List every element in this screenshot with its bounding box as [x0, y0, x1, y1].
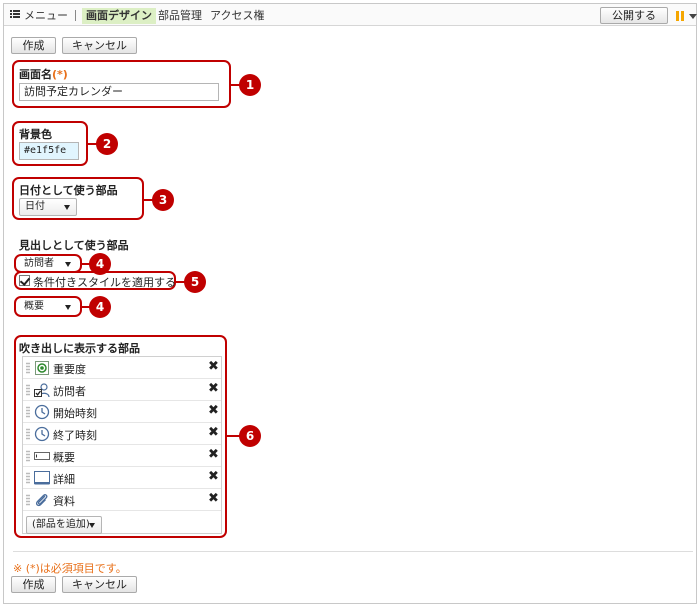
drag-handle-icon[interactable] — [26, 362, 30, 374]
create-button-top[interactable]: 作成 — [11, 37, 56, 54]
tab-screen-design[interactable]: 画面デザイン — [82, 8, 156, 24]
conditional-style-checkbox[interactable] — [19, 275, 30, 286]
tab-parts-management[interactable]: 部品管理 — [158, 8, 202, 24]
callout-badge-5: 5 — [184, 271, 206, 293]
dropdown-arrow-icon — [89, 523, 95, 528]
top-bar: メニュー 画面デザイン 部品管理 アクセス権 公開する — [4, 4, 697, 26]
background-color-label: 背景色 — [19, 128, 52, 141]
menu-icon[interactable] — [10, 10, 20, 19]
close-icon[interactable]: ✖ — [208, 447, 219, 462]
divider — [13, 551, 693, 552]
list-item-label: 終了時刻 — [53, 429, 97, 442]
dropdown-arrow-icon — [64, 205, 70, 210]
add-part-select[interactable]: (部品を追加) — [26, 516, 102, 534]
menu-button[interactable]: メニュー — [24, 8, 68, 24]
list-item-label: 開始時刻 — [53, 407, 97, 420]
date-part-select[interactable]: 日付 — [19, 198, 77, 216]
list-item[interactable]: 概要 ✖ — [23, 445, 221, 467]
callout-badge-2: 2 — [96, 133, 118, 155]
paperclip-icon — [35, 494, 48, 507]
close-icon[interactable]: ✖ — [208, 359, 219, 374]
date-part-selected: 日付 — [25, 201, 45, 212]
create-button-bottom[interactable]: 作成 — [11, 576, 56, 593]
add-part-selected: (部品を追加) — [32, 519, 90, 530]
cancel-button-bottom[interactable]: キャンセル — [62, 576, 137, 593]
tab-access-rights[interactable]: アクセス権 — [210, 8, 264, 24]
list-item-label: 概要 — [53, 451, 75, 464]
balloon-parts-list: 重要度 ✖ 訪問者 ✖ 開始時刻 ✖ 終了時刻 ✖ 概要 ✖ 詳細 ✖ 資料 ✖… — [22, 356, 222, 534]
close-icon[interactable]: ✖ — [208, 381, 219, 396]
publish-button[interactable]: 公開する — [600, 7, 668, 24]
list-item-label: 詳細 — [53, 473, 75, 486]
list-item[interactable]: 詳細 ✖ — [23, 467, 221, 489]
drag-handle-icon[interactable] — [26, 428, 30, 440]
screen-name-input[interactable]: 訪問予定カレンダー — [19, 83, 219, 101]
pause-icon[interactable] — [676, 11, 685, 21]
drag-handle-icon[interactable] — [26, 494, 30, 506]
drag-handle-icon[interactable] — [26, 450, 30, 462]
list-item[interactable]: 資料 ✖ — [23, 489, 221, 511]
radio-icon — [35, 361, 49, 375]
clock-icon — [34, 426, 50, 442]
heading-part-selected-2: 概要 — [24, 301, 44, 312]
screen-name-label: 画面名(*) — [19, 68, 68, 81]
textbox-icon — [34, 452, 50, 460]
close-icon[interactable]: ✖ — [208, 469, 219, 484]
callout-badge-1: 1 — [239, 74, 261, 96]
list-item[interactable]: 開始時刻 ✖ — [23, 401, 221, 423]
heading-part-label: 見出しとして使う部品 — [19, 239, 129, 252]
list-item[interactable]: 訪問者 ✖ — [23, 379, 221, 401]
background-color-input[interactable]: #e1f5fe — [19, 142, 79, 160]
app-frame: メニュー 画面デザイン 部品管理 アクセス権 公開する 作成 キャンセル 画面名… — [3, 3, 697, 604]
drag-handle-icon[interactable] — [26, 406, 30, 418]
conditional-style-label[interactable]: 条件付きスタイルを適用する — [33, 274, 176, 290]
date-part-label: 日付として使う部品 — [19, 184, 118, 197]
drag-handle-icon[interactable] — [26, 384, 30, 396]
close-icon[interactable]: ✖ — [208, 491, 219, 506]
callout-badge-3: 3 — [152, 189, 174, 211]
heading-part-selected-1: 訪問者 — [24, 258, 54, 269]
list-item-label: 重要度 — [53, 363, 86, 376]
clock-icon — [34, 404, 50, 420]
close-icon[interactable]: ✖ — [208, 425, 219, 440]
list-item[interactable]: 重要度 ✖ — [23, 357, 221, 379]
dropdown-arrow-icon — [65, 305, 71, 310]
heading-part-select-2[interactable]: 概要 — [18, 298, 78, 316]
callout-connector-6 — [226, 435, 240, 437]
dropdown-arrow-icon — [65, 262, 71, 267]
textarea-icon — [34, 471, 50, 485]
required-mark: (*) — [52, 68, 68, 81]
menu-separator — [75, 10, 76, 21]
callout-badge-4b: 4 — [89, 296, 111, 318]
drag-handle-icon[interactable] — [26, 472, 30, 484]
list-item-label: 資料 — [53, 495, 75, 508]
list-item[interactable]: 終了時刻 ✖ — [23, 423, 221, 445]
required-note: ※ (*)は必須項目です。 — [13, 562, 127, 575]
callout-badge-6: 6 — [239, 425, 261, 447]
user-check-icon — [34, 383, 50, 398]
cancel-button-top[interactable]: キャンセル — [62, 37, 137, 54]
close-icon[interactable]: ✖ — [208, 403, 219, 418]
chevron-down-icon[interactable] — [689, 14, 697, 19]
balloon-parts-label: 吹き出しに表示する部品 — [19, 342, 140, 355]
list-item-label: 訪問者 — [53, 385, 86, 398]
